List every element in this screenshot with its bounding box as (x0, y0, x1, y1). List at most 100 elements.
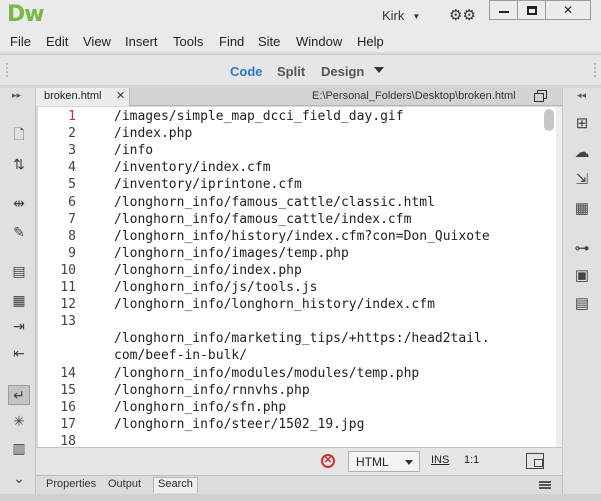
code-text: /inventory/iprintone.cfm (114, 177, 302, 193)
language-select[interactable]: HTML (348, 451, 420, 472)
code-line[interactable]: 15/longhorn_info/rnnvhs.php (38, 383, 556, 400)
code-line[interactable]: com/beef-in-bulk/ (38, 348, 556, 365)
code-line[interactable]: 12/longhorn_info/longhorn_history/index.… (38, 297, 556, 314)
site-map-icon[interactable]: ⊞ (569, 112, 595, 134)
code-text: /images/simple_map_dcci_field_day.gif (114, 109, 404, 124)
code-line[interactable]: /longhorn_info/marketing_tips/+https:/he… (38, 331, 556, 348)
more-icon[interactable]: ⌄ (8, 468, 30, 488)
code-line[interactable]: 9/longhorn_info/images/temp.php (38, 246, 556, 263)
code-line[interactable]: 4/inventory/index.cfm (38, 160, 556, 177)
expand-icon[interactable]: ⇹ (8, 193, 30, 213)
close-button[interactable]: ✕ (545, 0, 591, 20)
line-number: 4 (68, 160, 76, 176)
apply-comment-icon[interactable]: ▦ (8, 290, 30, 310)
menu-site[interactable]: Site (258, 34, 280, 49)
cursor-position: 1:1 (464, 454, 480, 466)
scrollbar-thumb[interactable] (544, 109, 554, 131)
outdent-icon[interactable]: ⇤ (8, 343, 30, 363)
dom-icon[interactable]: ⊶ (569, 237, 595, 259)
view-code-button[interactable]: Code (230, 64, 263, 79)
insert-icon[interactable]: ⇲ (569, 168, 595, 190)
tab-output[interactable]: Output (104, 478, 145, 494)
code-line[interactable]: 2/index.php (38, 126, 556, 143)
menu-find[interactable]: Find (219, 34, 244, 49)
panel-menu-icon[interactable] (539, 481, 551, 489)
tab-properties[interactable]: Properties (42, 478, 100, 494)
line-number: 11 (60, 280, 76, 295)
line-number: 5 (68, 177, 76, 193)
code-line[interactable]: 13 (38, 314, 556, 331)
menu-file[interactable]: File (10, 34, 31, 49)
code-line[interactable]: 10/longhorn_info/index.php (38, 263, 556, 280)
code-line[interactable]: 7/longhorn_info/famous_cattle/index.cfm (38, 212, 556, 229)
code-text: /longhorn_info/steer/1502_19.jpg (114, 416, 365, 432)
code-text: /longhorn_info/famous_cattle/index.cfm (114, 211, 412, 227)
minimize-button[interactable] (489, 0, 518, 20)
insert-mode-indicator[interactable]: INS (431, 454, 449, 466)
line-number: 17 (60, 416, 76, 432)
error-icon[interactable]: ✕ (321, 454, 335, 468)
user-name: Kirk (382, 8, 405, 23)
code-line[interactable]: 8/longhorn_info/history/index.cfm?con=Do… (38, 229, 556, 246)
line-number: 7 (68, 211, 76, 227)
code-text: /longhorn_info/images/temp.php (114, 245, 349, 261)
chevron-down-icon (405, 460, 413, 465)
gear-icon[interactable]: ⚙⚙ (449, 6, 476, 24)
file-icon[interactable]: 🗋 (8, 126, 30, 146)
code-line[interactable]: 5/inventory/iprintone.cfm (38, 177, 556, 194)
collapse-icon[interactable]: ▸▸ (12, 90, 21, 101)
line-number: 14 (60, 365, 76, 381)
line-number: 15 (60, 382, 76, 398)
code-line[interactable]: 3/info (38, 143, 556, 160)
scrollbar-track[interactable] (556, 107, 562, 447)
code-line[interactable]: 1/images/simple_map_dcci_field_day.gif (38, 109, 556, 126)
line-number: 18 (60, 433, 76, 447)
view-design-button[interactable]: Design (321, 64, 364, 79)
snippet-icon[interactable]: ✳ (8, 411, 30, 431)
code-line[interactable]: 11/longhorn_info/js/tools.js (38, 280, 556, 297)
document-tab[interactable]: broken.html ✕ (36, 88, 130, 106)
menu-window[interactable]: Window (296, 34, 342, 49)
code-text: /longhorn_info/famous_cattle/classic.htm… (114, 194, 435, 210)
menu-bar: File Edit View Insert Tools Find Site Wi… (0, 32, 601, 52)
code-text: com/beef-in-bulk/ (114, 348, 248, 364)
code-line[interactable]: 16/longhorn_info/sfn.php (38, 400, 556, 417)
format-icon[interactable]: ▥ (8, 438, 30, 458)
collapse-icon[interactable]: ◂◂ (577, 90, 586, 101)
live-preview-icon[interactable] (526, 453, 544, 469)
indent-icon[interactable]: ⇥ (8, 316, 30, 336)
behaviors-icon[interactable]: ▣ (569, 264, 595, 286)
line-number: 13 (60, 314, 76, 330)
menu-tools[interactable]: Tools (173, 34, 203, 49)
chevron-down-icon: ▼ (412, 12, 421, 21)
creative-cloud-icon[interactable]: ☁ (569, 141, 595, 163)
code-text: /longhorn_info/rnnvhs.php (114, 382, 310, 398)
tab-search[interactable]: Search (153, 477, 198, 493)
comment-icon[interactable]: ▤ (8, 261, 30, 281)
user-menu[interactable]: Kirk ▼ (382, 8, 420, 23)
menu-help[interactable]: Help (357, 34, 384, 49)
maximize-button[interactable] (517, 0, 546, 20)
document-path: E:\Personal_Folders\Desktop\broken.html (312, 90, 516, 102)
menu-view[interactable]: View (83, 34, 111, 49)
view-split-button[interactable]: Split (277, 64, 305, 79)
code-line[interactable]: 6/longhorn_info/famous_cattle/classic.ht… (38, 195, 556, 212)
code-line[interactable]: 14/longhorn_info/modules/modules/temp.ph… (38, 366, 556, 383)
bottom-edge (0, 494, 601, 501)
code-editor[interactable]: 1/images/simple_map_dcci_field_day.gif 2/… (38, 107, 556, 447)
snippets-icon[interactable]: ▤ (569, 292, 595, 314)
wrench-icon[interactable]: ✎ (8, 222, 30, 242)
wrap-icon[interactable]: ↵ (8, 385, 30, 405)
menu-insert[interactable]: Insert (125, 34, 158, 49)
chevron-down-icon[interactable] (374, 67, 384, 73)
assets-icon[interactable]: ▦ (569, 197, 595, 219)
menu-edit[interactable]: Edit (46, 34, 68, 49)
code-line[interactable]: 17/longhorn_info/steer/1502_19.jpg (38, 417, 556, 434)
code-line[interactable]: 18 (38, 434, 556, 447)
restore-icon[interactable] (534, 90, 547, 102)
right-panel-dock: ◂◂ ⊞ ☁ ⇲ ▦ ⊶ ▣ ▤ (562, 88, 601, 501)
close-icon[interactable]: ✕ (116, 89, 125, 102)
line-number: 12 (60, 297, 76, 313)
file-transfer-icon[interactable]: ⇅ (8, 154, 30, 174)
line-number: 1 (68, 109, 76, 124)
